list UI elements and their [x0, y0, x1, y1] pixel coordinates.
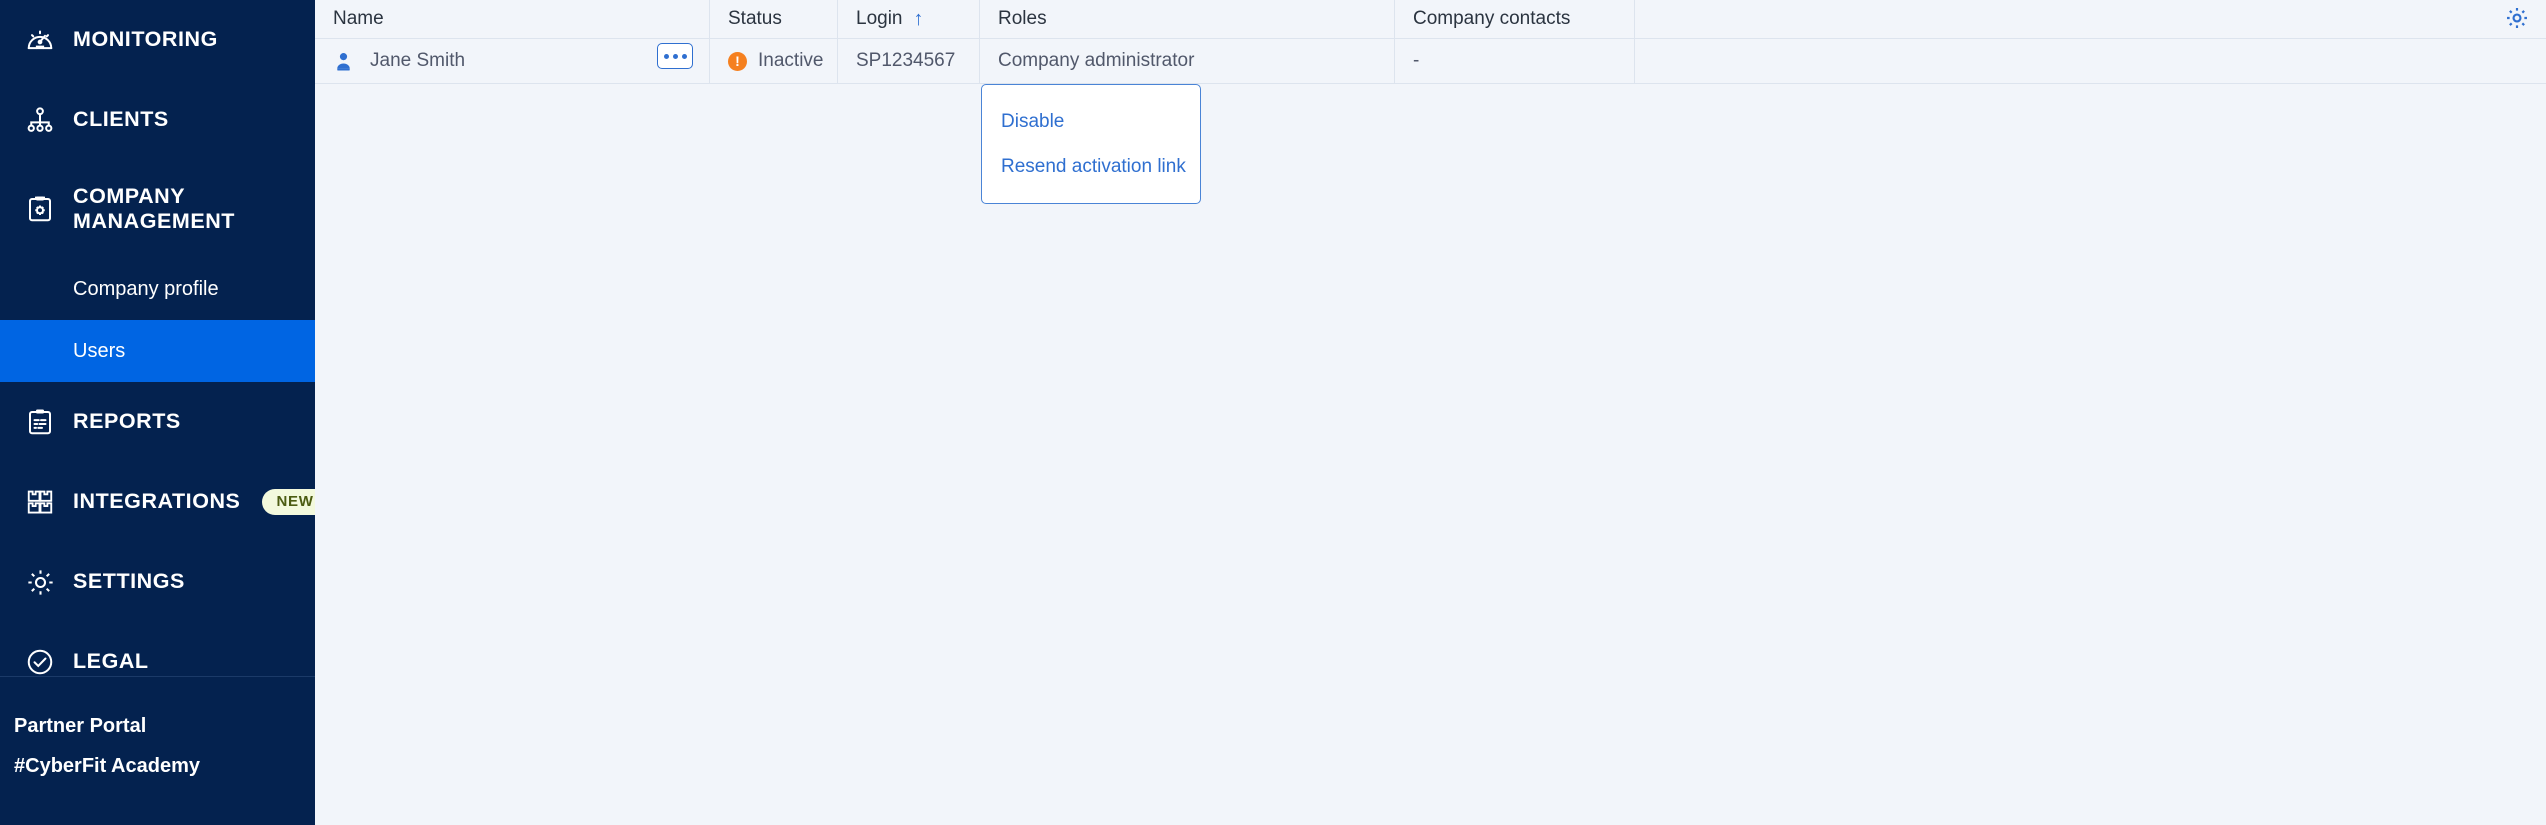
table-settings-button[interactable]	[2500, 3, 2534, 37]
gauge-icon	[14, 25, 66, 55]
sidebar-item-company-management[interactable]: COMPANY MANAGEMENT	[0, 160, 315, 258]
cell-name-text: Jane Smith	[370, 50, 466, 71]
sidebar-item-reports[interactable]: REPORTS	[0, 382, 315, 462]
sidebar-item-label: CLIENTS	[73, 107, 169, 132]
cell-status-text: Inactive	[758, 50, 824, 71]
column-header-status[interactable]: Status	[710, 0, 838, 38]
column-header-roles[interactable]: Roles	[980, 0, 1395, 38]
sidebar-item-users[interactable]: Users	[0, 320, 315, 382]
users-table: Name Status Login ↑ Roles Company contac…	[315, 0, 2546, 84]
kebab-dot-icon	[672, 53, 678, 59]
sidebar-item-clients[interactable]: CLIENTS	[0, 80, 315, 160]
gear-icon	[14, 567, 66, 598]
cell-login: SP1234567	[838, 39, 980, 83]
sidebar-item-label: SETTINGS	[73, 569, 185, 594]
cell-company-contacts: -	[1395, 39, 1635, 83]
clipboard-list-icon	[14, 407, 66, 437]
gear-icon	[2504, 5, 2530, 36]
sidebar: MONITORING CLIENTS COMPANY MANAGEMENT Co…	[0, 0, 328, 825]
kebab-dot-icon	[681, 53, 687, 59]
status-warning-icon: !	[728, 51, 747, 71]
footer-link-cyberfit-academy[interactable]: #CyberFit Academy	[0, 746, 315, 786]
sidebar-item-label: COMPANY MANAGEMENT	[73, 183, 235, 233]
cell-actions	[1635, 39, 2546, 83]
cell-name: Jane Smith	[315, 39, 710, 83]
footer-link-partner-portal[interactable]: Partner Portal	[0, 706, 315, 746]
row-actions-dropdown: Disable Resend activation link	[981, 84, 1201, 204]
dropdown-item-resend-activation-link[interactable]: Resend activation link	[982, 144, 1200, 189]
sidebar-subitem-label: Users	[73, 339, 126, 362]
cell-roles: Company administrator	[980, 39, 1395, 83]
sidebar-item-monitoring[interactable]: MONITORING	[0, 0, 315, 80]
row-actions-button[interactable]	[657, 43, 693, 69]
sidebar-item-settings[interactable]: SETTINGS	[0, 542, 315, 622]
check-circle-icon	[14, 647, 66, 677]
column-header-login[interactable]: Login ↑	[838, 0, 980, 38]
app-root: MONITORING CLIENTS COMPANY MANAGEMENT Co…	[0, 0, 2546, 825]
grid-boxes-icon	[14, 487, 66, 517]
kebab-dot-icon	[663, 53, 669, 59]
column-header-company-contacts[interactable]: Company contacts	[1395, 0, 1635, 38]
sidebar-subitem-label: Company profile	[73, 277, 219, 300]
main-content: Name Status Login ↑ Roles Company contac…	[315, 0, 2546, 825]
sidebar-item-label: INTEGRATIONS	[73, 489, 241, 514]
dropdown-item-disable[interactable]: Disable	[982, 99, 1200, 144]
table-row[interactable]: Jane Smith ! Inactive SP1234567 Company …	[315, 39, 2546, 84]
org-tree-icon	[14, 105, 66, 135]
avatar-user-icon	[333, 51, 354, 72]
sidebar-item-company-profile[interactable]: Company profile	[0, 258, 315, 320]
sidebar-item-integrations[interactable]: INTEGRATIONS NEW	[0, 462, 328, 542]
cell-status: ! Inactive	[710, 39, 838, 83]
column-header-name[interactable]: Name	[315, 0, 710, 38]
sidebar-item-label: LEGAL	[73, 649, 149, 674]
sidebar-item-label: MONITORING	[73, 27, 218, 52]
sidebar-footer: Partner Portal #CyberFit Academy	[0, 676, 315, 786]
sidebar-item-label: REPORTS	[73, 409, 181, 434]
clipboard-gear-icon	[14, 194, 66, 224]
table-header-row: Name Status Login ↑ Roles Company contac…	[315, 0, 2546, 39]
column-header-actions	[1635, 0, 2546, 38]
sort-asc-icon: ↑	[913, 8, 924, 30]
